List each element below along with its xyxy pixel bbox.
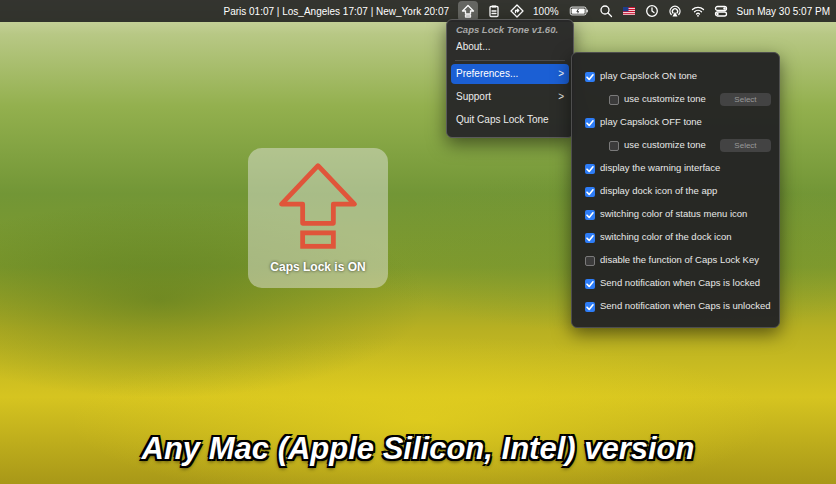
preference-row[interactable]: Send notification when Caps is unlocked [572, 295, 771, 318]
wifi-icon[interactable] [691, 4, 705, 18]
battery-percent[interactable]: 100% [533, 4, 559, 19]
checkmark-icon [585, 187, 595, 197]
app-menu: Caps Lock Tone v1.60. About... Preferences… [446, 19, 574, 138]
preference-label: display the warning interface [600, 161, 720, 175]
preference-row[interactable]: disable the function of Caps Lock Key [572, 249, 771, 272]
checkbox[interactable] [585, 164, 595, 174]
preference-row[interactable]: play Capslock OFF tone [572, 111, 771, 134]
app-version-header: Caps Lock Tone v1.60. [451, 23, 569, 37]
checkmark-icon [585, 210, 595, 220]
menu-bar: Paris 01:07 | Los_Angeles 17:07 | New_Yo… [0, 0, 836, 22]
checkmark-icon [585, 72, 595, 82]
preference-label: switching color of the dock icon [600, 230, 731, 244]
checkbox[interactable] [585, 187, 595, 197]
menu-item-label: Preferences... [456, 67, 518, 81]
checkbox[interactable] [585, 279, 595, 289]
checkbox[interactable] [585, 72, 595, 82]
preference-label: Send notification when Caps is unlocked [600, 299, 771, 313]
checkbox[interactable] [609, 95, 619, 105]
checkmark-icon [585, 302, 595, 312]
airplay-icon[interactable] [668, 4, 682, 18]
checkbox[interactable] [585, 233, 595, 243]
caps-lock-arrow-icon [270, 158, 366, 254]
us-flag-icon[interactable] [622, 4, 636, 18]
checkbox[interactable] [585, 210, 595, 220]
checkbox[interactable] [585, 118, 595, 128]
directions-sign-icon[interactable] [510, 4, 524, 18]
checkmark-icon [585, 118, 595, 128]
menu-item-label: Support [456, 90, 491, 104]
menu-item[interactable]: Quit Caps Lock Tone [451, 110, 569, 130]
submenu-arrow-icon: > [558, 67, 564, 81]
menu-separator [455, 60, 565, 61]
battery-icon[interactable] [568, 4, 590, 18]
menu-item[interactable]: Support > [451, 87, 569, 107]
checkbox[interactable] [609, 141, 619, 151]
submenu-arrow-icon: > [558, 90, 564, 104]
preference-row[interactable]: play Capslock ON tone [572, 65, 771, 88]
world-clocks[interactable]: Paris 01:07 | Los_Angeles 17:07 | New_Yo… [223, 4, 449, 19]
preference-row[interactable]: display the warning interface [572, 157, 771, 180]
checkmark-icon [585, 164, 595, 174]
date-time[interactable]: Sun May 30 5:07 PM [737, 4, 830, 19]
select-button[interactable]: Select [720, 93, 770, 106]
promo-caption: Any Mac (Apple Silicon, Intel) version [0, 426, 836, 473]
preference-label: play Capslock ON tone [600, 69, 697, 83]
checkmark-icon [585, 279, 595, 289]
preference-row[interactable]: switching color of the dock icon [572, 226, 771, 249]
desktop: Paris 01:07 | Los_Angeles 17:07 | New_Yo… [0, 0, 836, 484]
caps-lock-tone-status-item[interactable] [458, 1, 478, 21]
custom-tone-row[interactable]: use customize tone Select [572, 134, 771, 157]
preference-row[interactable]: switching color of status menu icon [572, 203, 771, 226]
menu-item[interactable]: Preferences... > [451, 64, 569, 84]
preferences-submenu: play Capslock ON tone use customize tone S… [571, 52, 780, 328]
time-machine-icon[interactable] [645, 4, 659, 18]
preference-label: play Capslock OFF tone [600, 115, 702, 129]
custom-tone-row[interactable]: use customize tone Select [572, 88, 771, 111]
preference-label: use customize tone [624, 138, 706, 152]
hud-label: Caps Lock is ON [270, 258, 365, 276]
checkbox[interactable] [585, 256, 595, 266]
preference-label: use customize tone [624, 92, 706, 106]
preference-label: switching color of status menu icon [600, 207, 747, 221]
caps-lock-hud: Caps Lock is ON [248, 148, 388, 288]
preference-label: Send notification when Caps is locked [600, 276, 760, 290]
preference-row[interactable]: display dock icon of the app [572, 180, 771, 203]
search-icon[interactable] [599, 4, 613, 18]
preference-label: display dock icon of the app [600, 184, 717, 198]
checkbox[interactable] [585, 302, 595, 312]
menu-item-label: Quit Caps Lock Tone [456, 113, 549, 127]
menu-item-label: About... [456, 40, 490, 54]
preference-row[interactable]: Send notification when Caps is locked [572, 272, 771, 295]
menu-item[interactable]: About... [451, 37, 569, 57]
preference-label: disable the function of Caps Lock Key [600, 253, 759, 267]
caps-lock-arrow-icon[interactable] [461, 4, 475, 18]
clipboard-icon[interactable] [487, 4, 501, 18]
checkmark-icon [585, 233, 595, 243]
control-center-icon[interactable] [714, 4, 728, 18]
select-button[interactable]: Select [720, 139, 770, 152]
